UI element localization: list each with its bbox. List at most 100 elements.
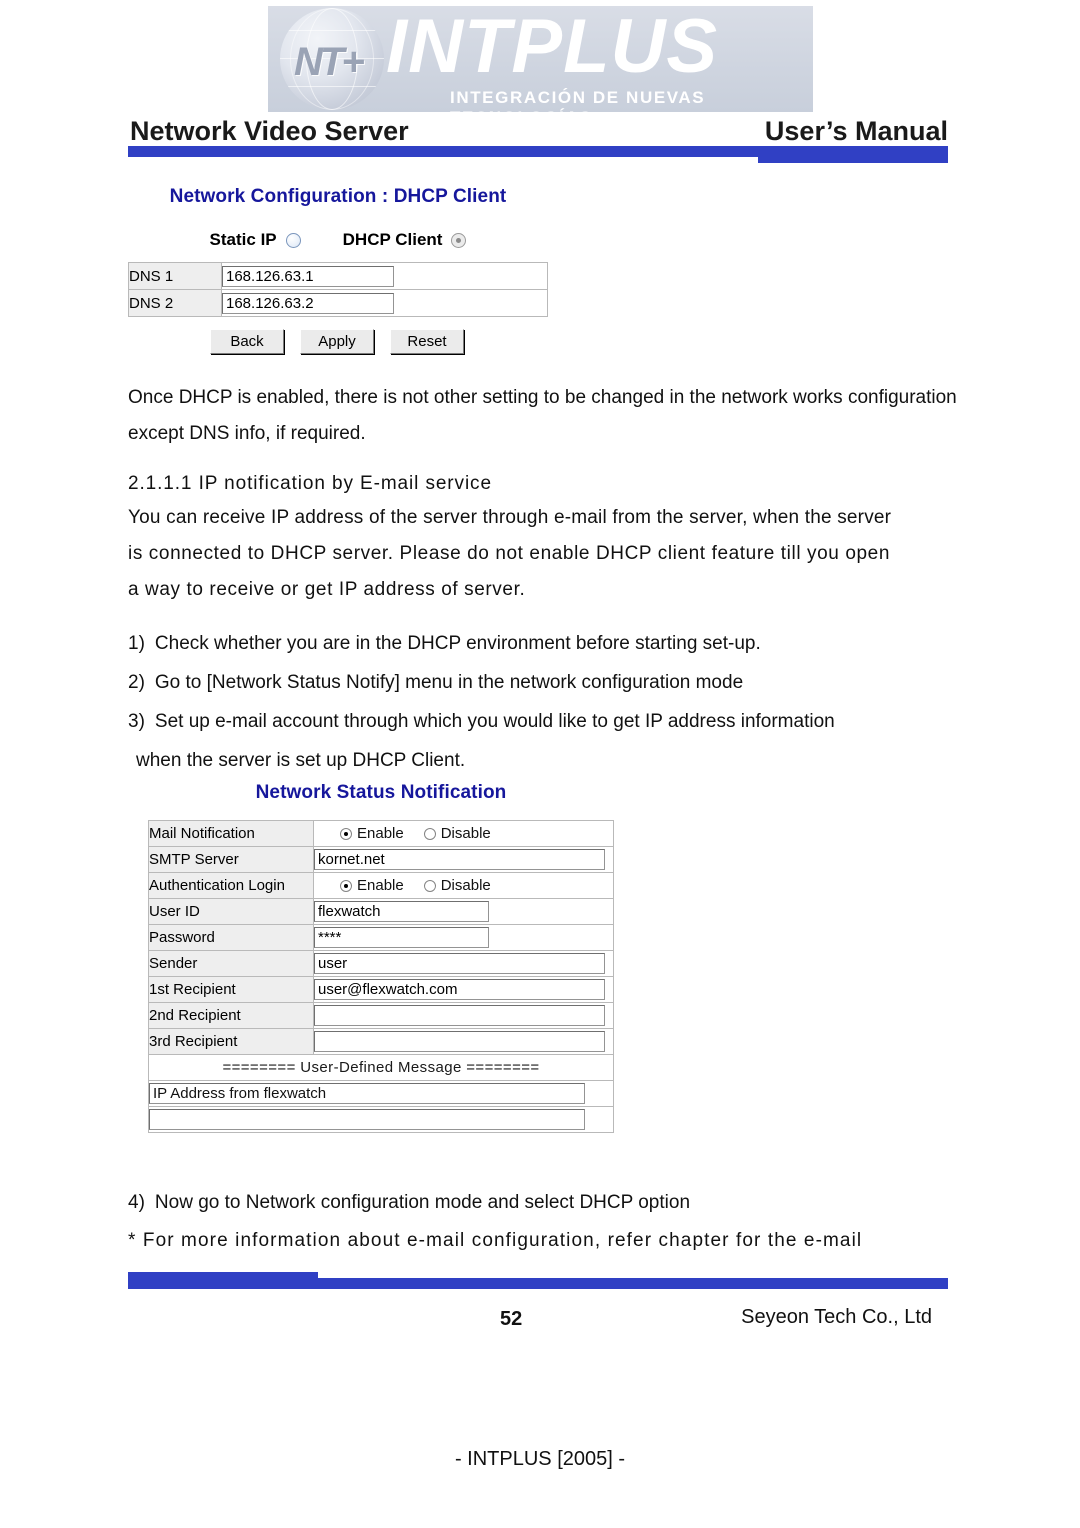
static-ip-option[interactable]: Static IP [210, 230, 301, 250]
dns1-input[interactable]: 168.126.63.1 [222, 265, 394, 287]
first-recipient-cell: user@flexwatch.com [313, 976, 614, 1003]
radio-unselected-icon[interactable] [423, 879, 436, 892]
notification-table: Mail Notification Enable Disable SMTP Se… [148, 820, 614, 1133]
header-rule-right [758, 146, 948, 163]
password-cell: **** [313, 924, 614, 951]
network-status-notification-screenshot: Network Status Notification Mail Notific… [148, 782, 614, 1133]
ip-mode-radio-row: Static IP DHCP Client [128, 230, 548, 250]
table-row: User ID flexwatch [148, 898, 614, 925]
table-row: 3rd Recipient [148, 1028, 614, 1055]
sender-label: Sender [148, 950, 314, 977]
dhcp-client-label: DHCP Client [342, 230, 443, 249]
dns2-input[interactable]: 168.126.63.2 [222, 292, 394, 314]
second-recipient-label: 2nd Recipient [148, 1002, 314, 1029]
notification-form-title: Network Status Notification [255, 782, 507, 803]
dns1-label: DNS 1 [128, 262, 222, 290]
imprint-line: - INTPLUS [2005] - [454, 1448, 626, 1470]
message-line-2-cell [148, 1106, 614, 1133]
dhcp-button-row: Back Apply Reset [128, 329, 548, 354]
password-label: Password [148, 924, 314, 951]
message-line-1-input[interactable]: IP Address from flexwatch [149, 1083, 585, 1104]
dns-table: DNS 1 168.126.63.1 DNS 2 168.126.63.2 [128, 262, 548, 317]
table-row: DNS 1 168.126.63.1 [128, 262, 548, 290]
step-number: 3) [128, 711, 145, 732]
authentication-login-cell: Enable Disable [313, 872, 614, 899]
smtp-server-cell: kornet.net [313, 846, 614, 873]
tail-text: 4) Now go to Network configuration mode … [128, 1186, 973, 1258]
mail-notification-label: Mail Notification [148, 820, 314, 847]
dhcp-client-option[interactable]: DHCP Client [343, 230, 467, 250]
intplus-logo-banner: NT+ INTPLUS INTEGRACIÓN DE NUEVAS TECNOL… [268, 6, 813, 127]
steps-list: 1) Check whether you are in the DHCP env… [128, 628, 973, 784]
static-ip-label: Static IP [209, 230, 277, 249]
section-paragraph-line-1: You can receive IP address of the server… [128, 507, 892, 528]
first-recipient-label: 1st Recipient [148, 976, 314, 1003]
manual-product-title: Network Video Server [130, 116, 409, 146]
third-recipient-input[interactable] [314, 1031, 605, 1052]
logo-tagline: INTEGRACIÓN DE NUEVAS TECNOLOGÍAS [450, 88, 706, 127]
table-row: Sender user [148, 950, 614, 977]
radio-selected-icon[interactable] [340, 827, 352, 840]
mail-notification-cell: Enable Disable [313, 820, 614, 847]
reset-button[interactable]: Reset [390, 329, 464, 354]
sender-cell: user [313, 950, 614, 977]
authentication-enable-option[interactable]: Enable [340, 877, 404, 894]
company-name: Seyeon Tech Co., Ltd [741, 1306, 932, 1328]
authentication-enable-label: Enable [357, 877, 404, 894]
step-number: 1) [128, 633, 145, 654]
dhcp-client-form-screenshot: Network Configuration : DHCP Client Stat… [128, 186, 548, 354]
table-row: ======== User-Defined Message ======== [148, 1054, 614, 1081]
footnote-text: * For more information about e-mail conf… [128, 1230, 863, 1251]
third-recipient-cell [313, 1028, 614, 1055]
radio-selected-icon[interactable] [340, 879, 352, 892]
table-row: Authentication Login Enable Disable [148, 872, 614, 899]
back-button[interactable]: Back [210, 329, 284, 354]
list-item: 2) Go to [Network Status Notify] menu in… [128, 667, 973, 699]
step-text: Check whether you are in the DHCP enviro… [154, 633, 761, 654]
table-row [148, 1106, 614, 1133]
mail-notification-disable-option[interactable]: Disable [423, 825, 491, 842]
manual-type-title: User’s Manual [764, 116, 948, 146]
radio-unselected-icon[interactable] [423, 827, 436, 840]
dns2-label: DNS 2 [128, 289, 222, 317]
authentication-disable-option[interactable]: Disable [423, 877, 491, 894]
message-line-1-cell: IP Address from flexwatch [148, 1080, 614, 1107]
table-row: 1st Recipient user@flexwatch.com [148, 976, 614, 1003]
sender-input[interactable]: user [314, 953, 605, 974]
second-recipient-input[interactable] [314, 1005, 605, 1026]
step-number: 4) [128, 1192, 145, 1213]
user-id-input[interactable]: flexwatch [314, 901, 489, 922]
step-text: Go to [Network Status Notify] menu in th… [154, 672, 744, 693]
step-number: 2) [128, 672, 145, 693]
message-line-2-input[interactable] [149, 1109, 585, 1130]
authentication-disable-label: Disable [440, 877, 491, 894]
mail-notification-enable-option[interactable]: Enable [340, 825, 404, 842]
password-input[interactable]: **** [314, 927, 489, 948]
user-id-cell: flexwatch [313, 898, 614, 925]
mail-notification-disable-label: Disable [440, 825, 491, 842]
authentication-login-label: Authentication Login [148, 872, 314, 899]
dns1-cell: 168.126.63.1 [221, 262, 548, 290]
static-ip-radio-icon[interactable] [285, 232, 301, 248]
list-item: 4) Now go to Network configuration mode … [128, 1186, 973, 1220]
first-recipient-input[interactable]: user@flexwatch.com [314, 979, 605, 1000]
step-text: Now go to Network configuration mode and… [154, 1192, 691, 1213]
table-row: Mail Notification Enable Disable [148, 820, 614, 847]
user-defined-message-separator: ======== User-Defined Message ======== [148, 1054, 614, 1081]
smtp-server-input[interactable]: kornet.net [314, 849, 605, 870]
list-item: 1) Check whether you are in the DHCP env… [128, 628, 973, 660]
footer-rule-left [128, 1272, 318, 1289]
apply-button[interactable]: Apply [300, 329, 374, 354]
list-item: 3) Set up e-mail account through which y… [128, 706, 973, 738]
page-header: NT+ INTPLUS INTEGRACIÓN DE NUEVAS TECNOL… [0, 0, 1080, 170]
step-text: Set up e-mail account through which you … [154, 711, 835, 732]
table-row: SMTP Server kornet.net [148, 846, 614, 873]
mail-notification-enable-label: Enable [357, 825, 404, 842]
dhcp-client-radio-icon[interactable] [451, 232, 467, 248]
footer-rule-right [316, 1278, 948, 1289]
page-number: 52 [500, 1308, 523, 1330]
table-row: 2nd Recipient [148, 1002, 614, 1029]
section-heading: 2.1.1.1 IP notification by E-mail servic… [128, 473, 492, 494]
table-row: IP Address from flexwatch [148, 1080, 614, 1107]
list-item-continuation: when the server is set up DHCP Client. [128, 745, 973, 777]
